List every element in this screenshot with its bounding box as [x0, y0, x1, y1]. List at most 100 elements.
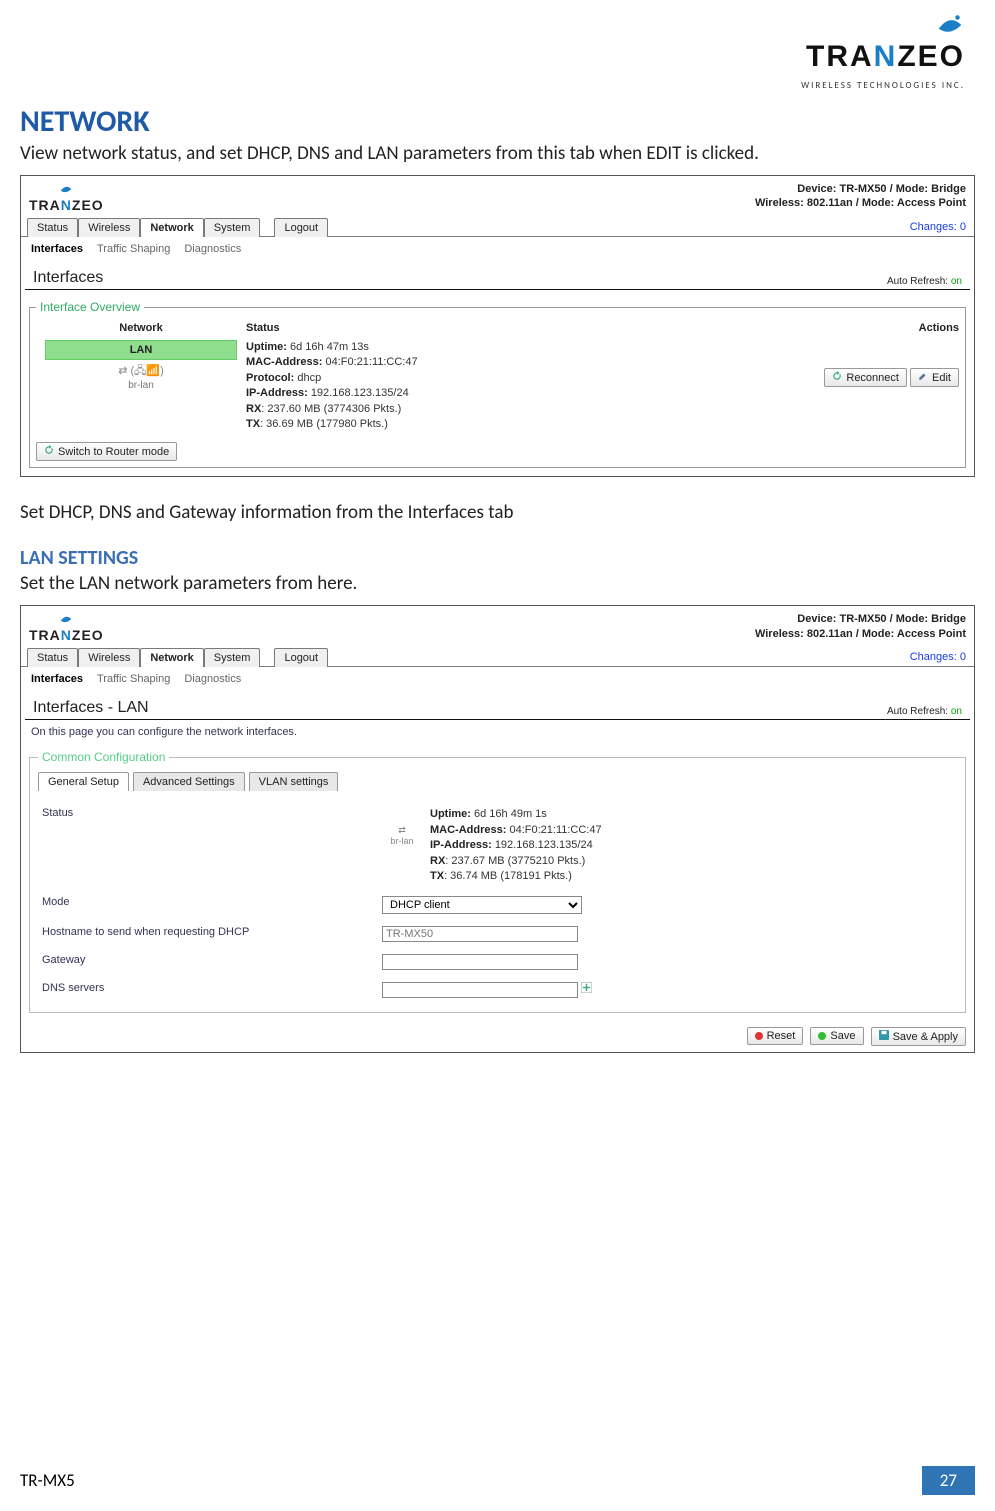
- proto-label: Protocol:: [246, 372, 294, 384]
- edit-button[interactable]: Edit: [910, 368, 959, 387]
- mid-text: Set DHCP, DNS and Gateway information fr…: [20, 501, 975, 524]
- sub-tabs: Interfaces Traffic Shaping Diagnostics: [21, 667, 974, 687]
- interfaces-panel: TRANZEO Device: TR-MX50 / Mode: Bridge W…: [20, 175, 975, 477]
- mac-value: 04:F0:21:11:CC:47: [509, 824, 601, 836]
- brand-wordmark: TRANZEO: [806, 40, 965, 73]
- footer-page-number: 27: [922, 1466, 975, 1495]
- mode-select[interactable]: DHCP client: [382, 896, 582, 914]
- changes-link[interactable]: Changes: 0: [910, 217, 974, 236]
- status-block: ⇄ br-lan Uptime: 6d 16h 49m 1s MAC-Addre…: [382, 807, 953, 884]
- subtab-diagnostics[interactable]: Diagnostics: [180, 671, 245, 687]
- save-icon: [818, 1032, 826, 1040]
- switch-router-button[interactable]: Switch to Router mode: [36, 442, 177, 461]
- reconnect-label: Reconnect: [846, 372, 899, 384]
- panel-brand: TRANZEO: [29, 182, 104, 213]
- save-button[interactable]: Save: [810, 1027, 863, 1045]
- col-head-network: Network: [36, 322, 246, 334]
- col-head-actions: Actions: [779, 322, 959, 334]
- common-config-legend: Common Configuration: [38, 750, 169, 764]
- brand-pre: TRA: [806, 40, 874, 73]
- uptime-value: 6d 16h 49m 1s: [474, 808, 547, 820]
- col-head-status: Status: [246, 322, 779, 334]
- lan-settings-intro: Set the LAN network parameters from here…: [20, 572, 975, 595]
- innertab-advanced[interactable]: Advanced Settings: [133, 772, 245, 791]
- brand-n: N: [61, 627, 72, 643]
- footer-buttons: Reset Save Save & Apply: [21, 1021, 974, 1052]
- tab-wireless[interactable]: Wireless: [78, 218, 140, 237]
- changes-link[interactable]: Changes: 0: [910, 647, 974, 666]
- dns-input[interactable]: [382, 982, 578, 998]
- mac-value: 04:F0:21:11:CC:47: [325, 356, 417, 368]
- iface-icons: ⇄ (🖧📶): [36, 362, 246, 381]
- proto-value: dhcp: [297, 372, 321, 384]
- innertab-general[interactable]: General Setup: [38, 772, 129, 791]
- tab-system[interactable]: System: [204, 648, 261, 667]
- save-apply-button[interactable]: Save & Apply: [871, 1027, 966, 1046]
- ip-label: IP-Address:: [430, 839, 492, 851]
- status-cell: Uptime: 6d 16h 47m 13s MAC-Address: 04:F…: [246, 340, 779, 432]
- interfaces-lan-panel: TRANZEO Device: TR-MX50 / Mode: Bridge W…: [20, 605, 975, 1053]
- tab-status[interactable]: Status: [27, 648, 78, 667]
- tab-system[interactable]: System: [204, 218, 261, 237]
- hostname-input[interactable]: [382, 926, 578, 942]
- panel-brand: TRANZEO: [29, 612, 104, 643]
- edit-icon: [918, 371, 928, 384]
- disk-icon: [879, 1030, 889, 1043]
- brand-post: ZEO: [72, 627, 104, 643]
- tab-status[interactable]: Status: [27, 218, 78, 237]
- page-description: On this page you can configure the netwo…: [21, 720, 974, 746]
- label-status: Status: [42, 807, 382, 819]
- subtab-interfaces[interactable]: Interfaces: [27, 241, 87, 257]
- iface-name: br-lan: [36, 380, 246, 391]
- reset-button[interactable]: Reset: [747, 1027, 804, 1045]
- innertab-vlan[interactable]: VLAN settings: [249, 772, 339, 791]
- section-title: Interfaces - LAN: [33, 699, 149, 717]
- auto-refresh-state[interactable]: on: [951, 706, 962, 717]
- tx-label: TX: [430, 870, 444, 882]
- ethernet-icon: 🖧: [134, 365, 146, 377]
- subtab-traffic[interactable]: Traffic Shaping: [93, 671, 174, 687]
- rx-label: RX: [430, 855, 445, 867]
- label-mode: Mode: [42, 896, 382, 908]
- subtab-diagnostics[interactable]: Diagnostics: [180, 241, 245, 257]
- tab-logout[interactable]: Logout: [274, 218, 328, 237]
- brand-swoosh-icon: [935, 10, 965, 40]
- brand-pre: TRA: [29, 627, 61, 643]
- subtab-traffic[interactable]: Traffic Shaping: [93, 241, 174, 257]
- device-info: Device: TR-MX50 / Mode: Bridge Wireless:…: [755, 182, 966, 211]
- interface-overview-fieldset: Interface Overview Network Status Action…: [29, 300, 966, 468]
- tab-wireless[interactable]: Wireless: [78, 648, 140, 667]
- wireless-line: Wireless: 802.11an / Mode: Access Point: [755, 196, 966, 210]
- page-title: NETWORK: [20, 103, 975, 140]
- auto-refresh-state[interactable]: on: [951, 276, 962, 287]
- reset-label: Reset: [767, 1030, 796, 1042]
- rx-label: RX: [246, 403, 261, 415]
- bridge-icon: ⇄: [398, 825, 406, 835]
- section-title: Interfaces: [33, 269, 103, 287]
- footer-model: TR-MX5: [20, 1470, 75, 1491]
- wifi-icon: 📶: [146, 365, 160, 377]
- uptime-label: Uptime:: [246, 341, 287, 353]
- tab-network[interactable]: Network: [140, 218, 203, 237]
- gateway-input[interactable]: [382, 954, 578, 970]
- bridge-icon: ⇄: [118, 365, 127, 377]
- reset-icon: [755, 1032, 763, 1040]
- brand-pre: TRA: [29, 197, 61, 213]
- add-dns-icon[interactable]: [581, 984, 592, 996]
- uptime-label: Uptime:: [430, 808, 471, 820]
- page-intro: View network status, and set DHCP, DNS a…: [20, 142, 975, 165]
- auto-refresh-label: Auto Refresh:: [887, 276, 948, 287]
- uptime-value: 6d 16h 47m 13s: [290, 341, 369, 353]
- wireless-line: Wireless: 802.11an / Mode: Access Point: [755, 627, 966, 641]
- sub-tabs: Interfaces Traffic Shaping Diagnostics: [21, 237, 974, 257]
- lan-pill: LAN: [45, 340, 237, 360]
- tab-logout[interactable]: Logout: [274, 648, 328, 667]
- iface-mini: ⇄ br-lan: [382, 807, 422, 846]
- reconnect-button[interactable]: Reconnect: [824, 368, 907, 387]
- ip-value: 192.168.123.135/24: [311, 387, 409, 399]
- tab-network[interactable]: Network: [140, 648, 203, 667]
- subtab-interfaces[interactable]: Interfaces: [27, 671, 87, 687]
- auto-refresh-label: Auto Refresh:: [887, 706, 948, 717]
- network-cell: LAN ⇄ (🖧📶) br-lan: [36, 340, 246, 391]
- brand-subline: WIRELESS TECHNOLOGIES INC.: [801, 80, 965, 91]
